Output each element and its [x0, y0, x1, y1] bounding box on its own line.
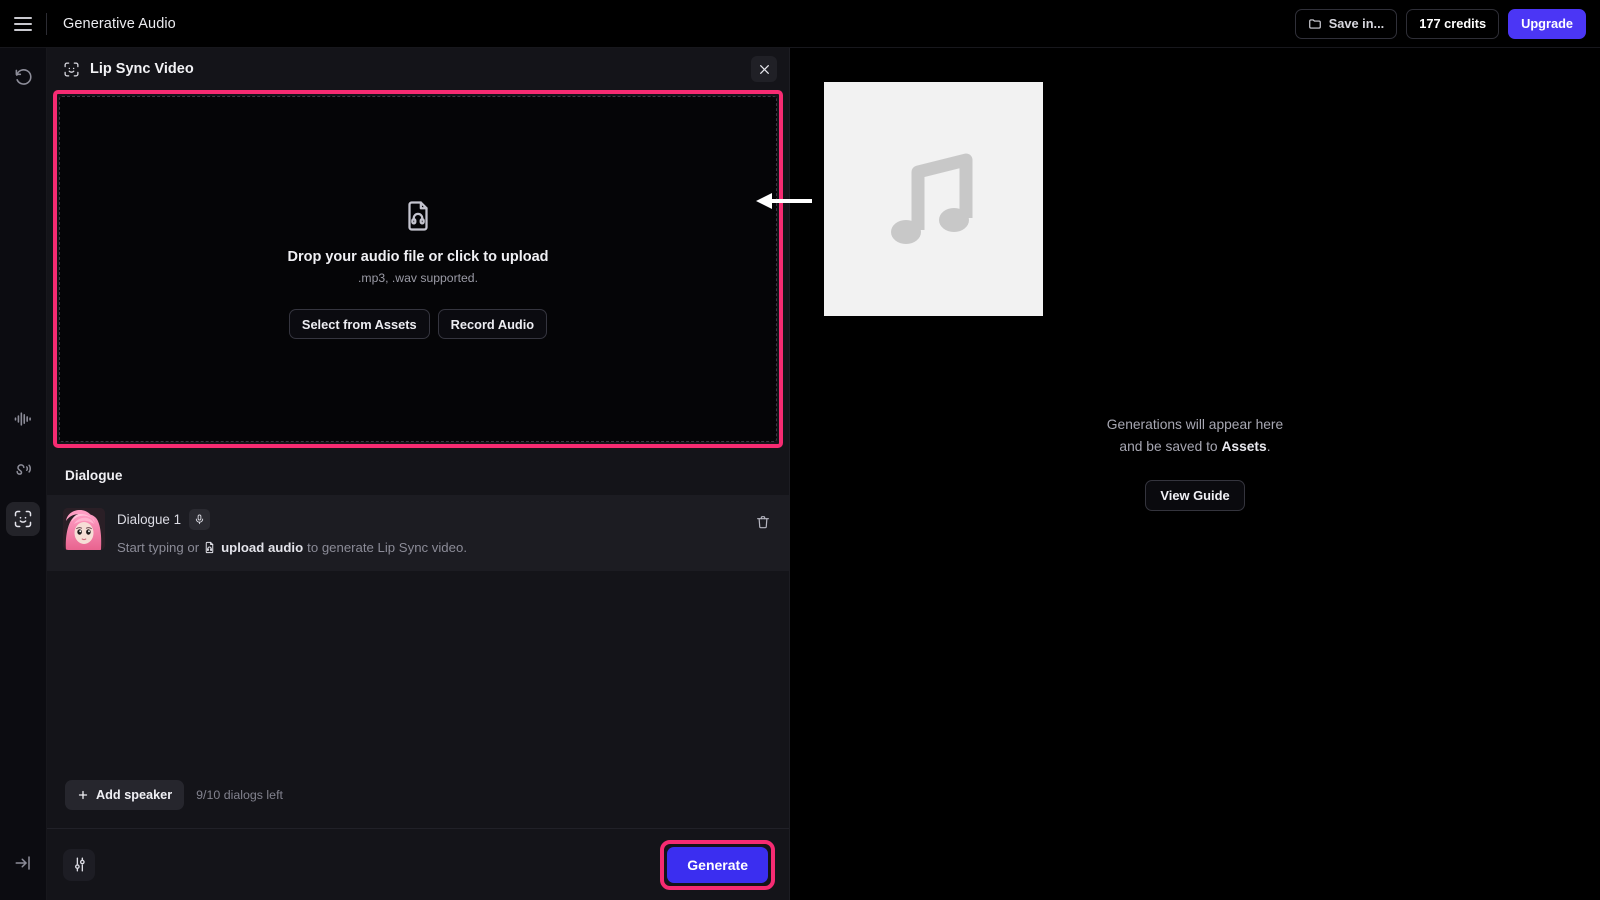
sidebar-item-audio[interactable] [6, 402, 40, 436]
generate-button[interactable]: Generate [667, 846, 768, 883]
dialogue-placeholder-suffix: to generate Lip Sync video. [307, 540, 467, 555]
voice-icon [16, 464, 31, 475]
folder-icon [1308, 18, 1321, 29]
assets-link[interactable]: Assets [1221, 439, 1266, 454]
dialogue-name-line: Dialogue 1 [117, 509, 773, 530]
top-bar: Generative Audio Save in... 177 credits … [0, 0, 1600, 48]
empty-state-line2-prefix: and be saved to [1119, 439, 1222, 454]
lip-sync-panel: Lip Sync Video Drop your audio file or c… [47, 48, 790, 900]
dropzone-subtitle: .mp3, .wav supported. [358, 271, 478, 285]
sliders-icon [74, 857, 85, 872]
settings-button[interactable] [63, 848, 95, 881]
close-icon [759, 64, 769, 74]
avatar[interactable] [63, 508, 105, 550]
upgrade-label: Upgrade [1521, 16, 1573, 31]
empty-state-line2-suffix: . [1266, 439, 1271, 454]
face-scan-icon [14, 510, 32, 528]
dialogue-placeholder[interactable]: Start typing or upload audio to generate… [117, 539, 773, 556]
credits-label: 177 credits [1419, 16, 1487, 31]
sidebar-item-lip-sync[interactable] [6, 502, 40, 536]
dropzone-title: Drop your audio file or click to upload [287, 249, 549, 265]
sidebar-item-voice[interactable] [6, 452, 40, 486]
add-speaker-label: Add speaker [96, 788, 173, 802]
dialogue-placeholder-prefix: Start typing or [117, 540, 200, 555]
preview-area: Generations will appear here and be save… [790, 48, 1600, 900]
empty-state-line2: and be saved to Assets. [790, 436, 1600, 458]
dialogue-row: Dialogue 1 Start typing or upload audio … [47, 495, 789, 571]
anime-character-avatar [63, 508, 105, 550]
dialogue-empty-space [47, 571, 789, 780]
save-in-label: Save in... [1328, 16, 1385, 31]
select-from-assets-button[interactable]: Select from Assets [288, 309, 430, 339]
generation-thumbnail[interactable] [824, 82, 1043, 316]
audio-file-icon [205, 541, 214, 554]
history-icon [15, 68, 32, 85]
collapse-panel-icon [15, 856, 30, 870]
microphone-icon [195, 514, 204, 525]
microphone-button[interactable] [189, 509, 211, 530]
audio-dropzone[interactable]: Drop your audio file or click to upload … [59, 96, 777, 442]
waveform-icon [14, 412, 31, 426]
topbar-actions: Save in... 177 credits Upgrade [1294, 8, 1600, 39]
dialogue-name: Dialogue 1 [117, 512, 182, 527]
panel-header: Lip Sync Video [47, 48, 789, 90]
view-guide-row: View Guide [790, 480, 1600, 511]
audio-dropzone-highlight: Drop your audio file or click to upload … [53, 90, 783, 448]
add-speaker-button[interactable]: Add speaker [65, 780, 185, 810]
generate-button-highlight: Generate [660, 839, 775, 890]
sidebar-item-history[interactable] [6, 60, 40, 94]
upload-audio-link[interactable]: upload audio [203, 539, 303, 556]
delete-dialogue-button[interactable] [755, 514, 771, 535]
upload-audio-label: upload audio [221, 540, 304, 555]
empty-state-message: Generations will appear here and be save… [790, 414, 1600, 458]
sidebar-rail [0, 48, 47, 900]
dialogs-left-label: 9/10 dialogs left [196, 788, 283, 802]
close-panel-button[interactable] [751, 56, 777, 82]
topbar-divider [46, 12, 47, 35]
credits-button[interactable]: 177 credits [1406, 8, 1500, 39]
view-guide-button[interactable]: View Guide [1145, 480, 1245, 511]
panel-footer: Generate [47, 828, 789, 900]
record-audio-button[interactable]: Record Audio [437, 309, 548, 339]
plus-icon [78, 790, 88, 800]
dialogue-footer-row: Add speaker 9/10 dialogs left [47, 780, 789, 828]
audio-file-icon [408, 201, 428, 231]
app-title: Generative Audio [63, 15, 176, 32]
sidebar-collapse-button[interactable] [6, 846, 40, 880]
dropzone-actions: Select from Assets Record Audio [288, 309, 548, 339]
trash-icon [757, 516, 769, 529]
hamburger-icon[interactable] [14, 16, 32, 31]
save-in-button[interactable]: Save in... [1294, 8, 1398, 39]
panel-title: Lip Sync Video [90, 61, 194, 77]
music-note-icon [890, 153, 972, 244]
dialogue-content: Dialogue 1 Start typing or upload audio … [117, 508, 773, 556]
dialogue-section-label: Dialogue [65, 468, 123, 483]
upgrade-button[interactable]: Upgrade [1508, 8, 1586, 39]
face-scan-icon [64, 61, 79, 77]
empty-state-line1: Generations will appear here [1106, 417, 1284, 432]
